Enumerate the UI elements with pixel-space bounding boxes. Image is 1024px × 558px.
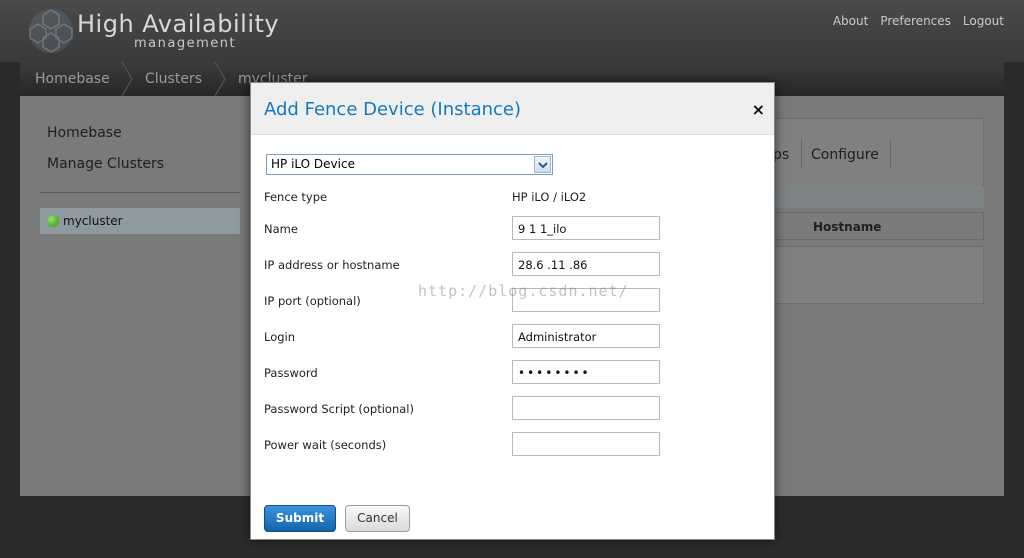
fence-device-select-value: HP iLO Device <box>271 157 355 171</box>
power-wait-input[interactable] <box>512 432 660 456</box>
sidebar-divider <box>40 192 240 193</box>
cluster-name: mycluster <box>63 214 123 228</box>
dialog-title: Add Fence Device (Instance) <box>264 99 522 120</box>
fence-type-value: HP iLO / iLO2 <box>512 190 587 204</box>
ip-address-input[interactable]: 28.6 .11 .86 <box>512 252 660 276</box>
table-body <box>772 246 984 304</box>
app-header: High Availability management About Prefe… <box>0 0 1024 62</box>
logo-hexagon-icon <box>29 9 73 53</box>
ip-port-label: IP port (optional) <box>264 294 361 308</box>
password-script-input[interactable] <box>512 396 660 420</box>
table-toolbar <box>772 186 984 208</box>
fence-device-select[interactable]: HP iLO Device <box>266 154 553 175</box>
password-script-label: Password Script (optional) <box>264 402 414 416</box>
brand-title: High Availability <box>77 10 280 38</box>
submit-button[interactable]: Submit <box>264 505 336 532</box>
add-fence-device-dialog: Add Fence Device (Instance) × HP iLO Dev… <box>250 82 775 540</box>
ip-address-label: IP address or hostname <box>264 258 400 272</box>
preferences-link[interactable]: Preferences <box>880 14 951 28</box>
password-label: Password <box>264 366 318 380</box>
name-input[interactable]: 9 1 1_ilo <box>512 216 660 240</box>
sidebar-item-mycluster[interactable]: mycluster <box>40 208 240 234</box>
breadcrumb-clusters[interactable]: Clusters <box>145 71 202 87</box>
tab-configure[interactable]: Configure <box>811 147 879 163</box>
name-label: Name <box>264 222 298 236</box>
sidebar-item-homebase[interactable]: Homebase <box>47 125 122 141</box>
tab-partial[interactable]: ps <box>773 147 789 163</box>
dropdown-arrow-icon[interactable] <box>534 156 551 173</box>
chevron-right-icon <box>121 62 133 96</box>
column-hostname[interactable]: Hostname <box>813 220 881 234</box>
watermark: http://blog.csdn.net/ <box>418 282 629 300</box>
dialog-header: Add Fence Device (Instance) × <box>251 83 774 135</box>
logout-link[interactable]: Logout <box>963 14 1004 28</box>
login-input[interactable]: Administrator <box>512 324 660 348</box>
tab-divider <box>801 139 802 169</box>
status-dot-icon <box>47 215 59 227</box>
sidebar-item-manage-clusters[interactable]: Manage Clusters <box>47 156 164 172</box>
top-links: About Preferences Logout <box>833 14 1004 28</box>
power-wait-label: Power wait (seconds) <box>264 438 387 452</box>
fence-type-label: Fence type <box>264 190 328 204</box>
password-input[interactable]: •••••••• <box>512 360 660 384</box>
breadcrumb-homebase[interactable]: Homebase <box>35 71 110 87</box>
about-link[interactable]: About <box>833 14 868 28</box>
login-label: Login <box>264 330 296 344</box>
cancel-button[interactable]: Cancel <box>345 505 410 532</box>
tab-divider <box>890 139 891 169</box>
table-header: Hostname <box>772 212 984 240</box>
close-icon[interactable]: × <box>752 100 765 119</box>
chevron-right-icon <box>214 62 226 96</box>
cluster-tabs: ps Configure <box>772 118 984 188</box>
brand-subtitle: management <box>134 36 237 51</box>
